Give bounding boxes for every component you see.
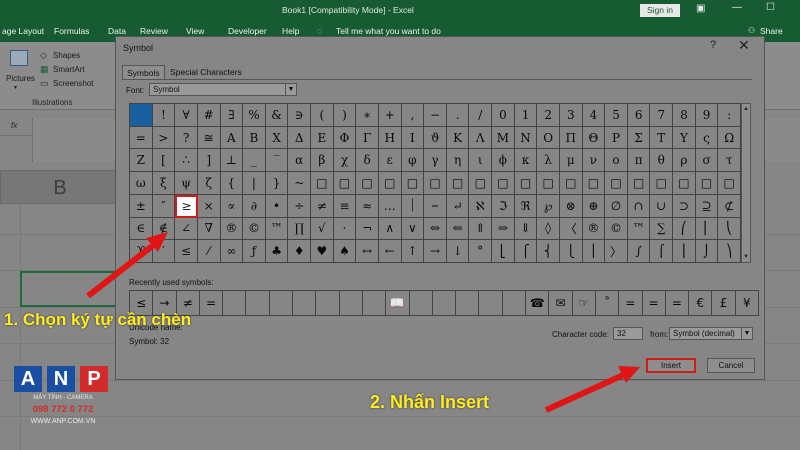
arrow-1-icon bbox=[86, 232, 640, 413]
logo-letter-p: P bbox=[80, 366, 108, 392]
logo-letter-n: N bbox=[47, 366, 75, 392]
logo-phone: 098 772 0 772 bbox=[32, 404, 94, 415]
logo-tagline: MÁY TÍNH - CAMERA bbox=[33, 395, 93, 401]
anp-logo: A N P MÁY TÍNH - CAMERA 098 772 0 772 WW… bbox=[14, 366, 112, 432]
logo-letter-a: A bbox=[14, 366, 42, 392]
logo-website: WWW.ANP.COM.VN bbox=[30, 418, 96, 425]
